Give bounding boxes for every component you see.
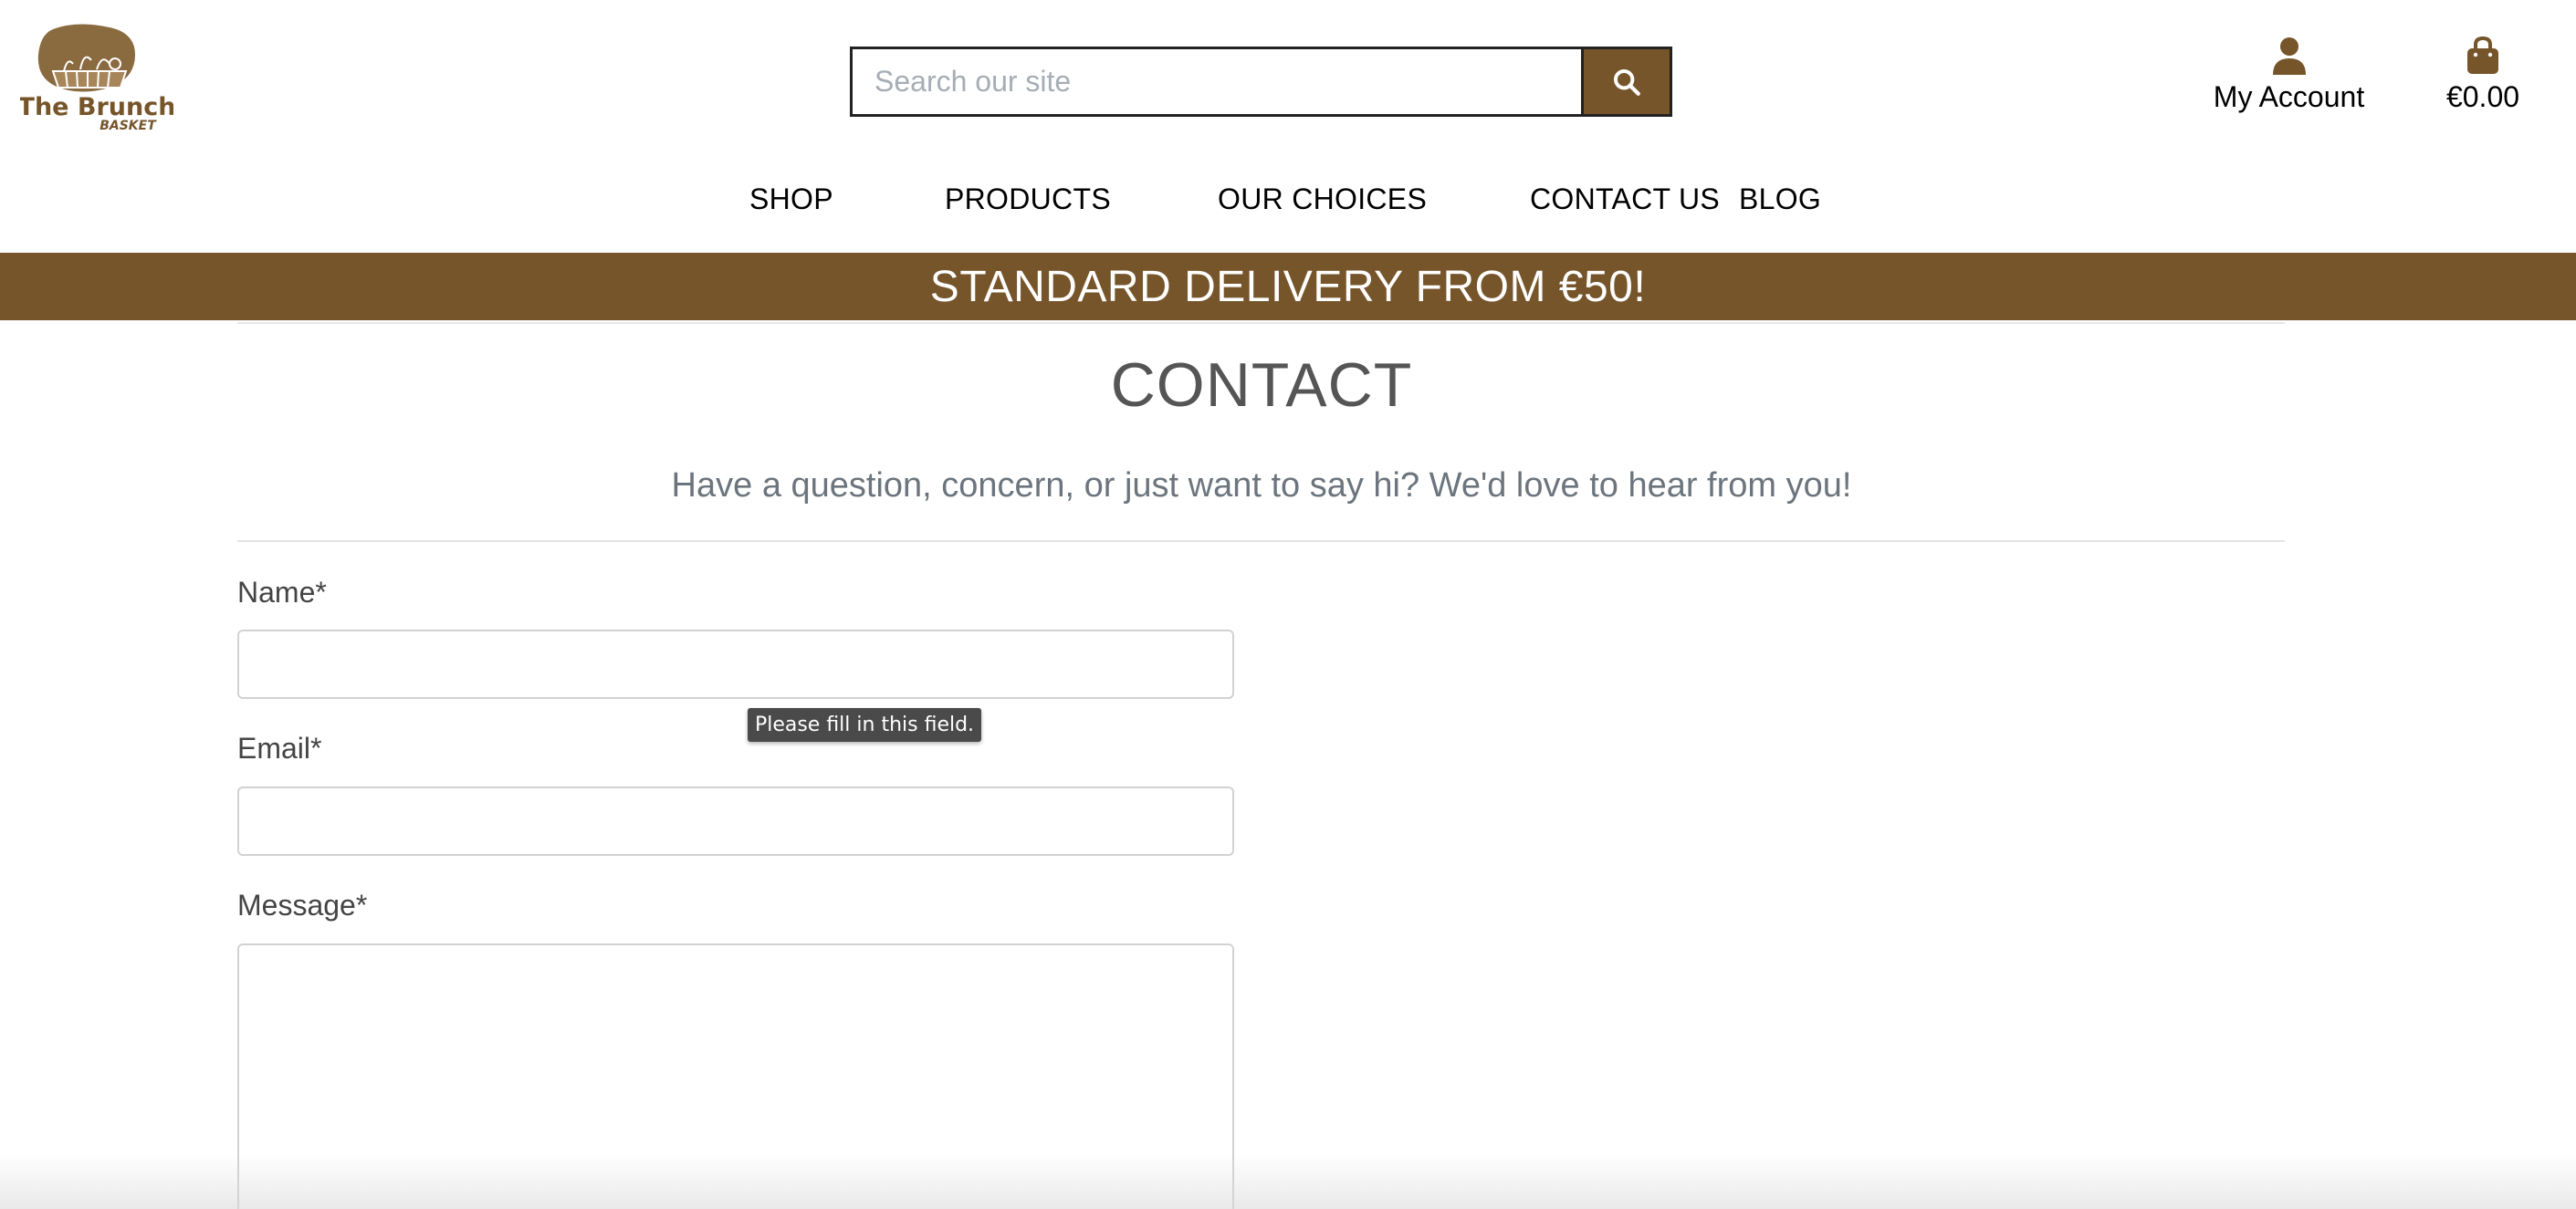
shopping-bag-link[interactable]: €0.00 (2435, 36, 2530, 114)
nav-item-our-choices[interactable]: OUR CHOICES (1218, 182, 1427, 216)
search-bar (850, 47, 1672, 117)
bag-total: €0.00 (2445, 80, 2520, 113)
page-subtitle: Have a question, concern, or just want t… (671, 466, 1852, 505)
shopping-bag-icon (2467, 36, 2498, 74)
email-label: Email* (237, 732, 322, 765)
user-icon (2272, 37, 2306, 75)
nav-item-contact-us[interactable]: CONTACT US (1530, 182, 1720, 216)
message-label: Message* (237, 889, 368, 922)
svg-text:BASKET: BASKET (99, 119, 157, 133)
validation-tooltip: Please fill in this field. (748, 708, 981, 742)
search-icon (1613, 68, 1640, 96)
nav-item-products[interactable]: PRODUCTS (945, 182, 1111, 216)
page-title: CONTACT (1110, 350, 1413, 420)
email-field[interactable] (237, 787, 1234, 856)
nav-item-shop[interactable]: SHOP (749, 182, 833, 216)
brunch-basket-logo-icon: The Brunch BASKET (18, 24, 175, 133)
site-logo[interactable]: The Brunch BASKET (18, 24, 175, 133)
name-label: Name* (237, 576, 327, 609)
svg-text:The Brunch: The Brunch (20, 93, 173, 121)
my-account-label: My Account (2213, 80, 2365, 113)
message-field[interactable] (237, 943, 1234, 1209)
search-input[interactable] (853, 49, 1581, 114)
my-account-link[interactable]: My Account (2204, 36, 2373, 114)
search-button[interactable] (1581, 49, 1670, 114)
delivery-banner: STANDARD DELIVERY FROM €50! (0, 253, 2576, 320)
delivery-banner-text: STANDARD DELIVERY FROM €50! (929, 262, 1647, 311)
divider (237, 540, 2285, 542)
nav-item-blog[interactable]: BLOG (1739, 182, 1821, 216)
main-nav: SHOP PRODUCTS OUR CHOICES CONTACT US BLO… (0, 182, 2576, 224)
divider (237, 322, 2285, 324)
name-field[interactable] (237, 630, 1234, 699)
